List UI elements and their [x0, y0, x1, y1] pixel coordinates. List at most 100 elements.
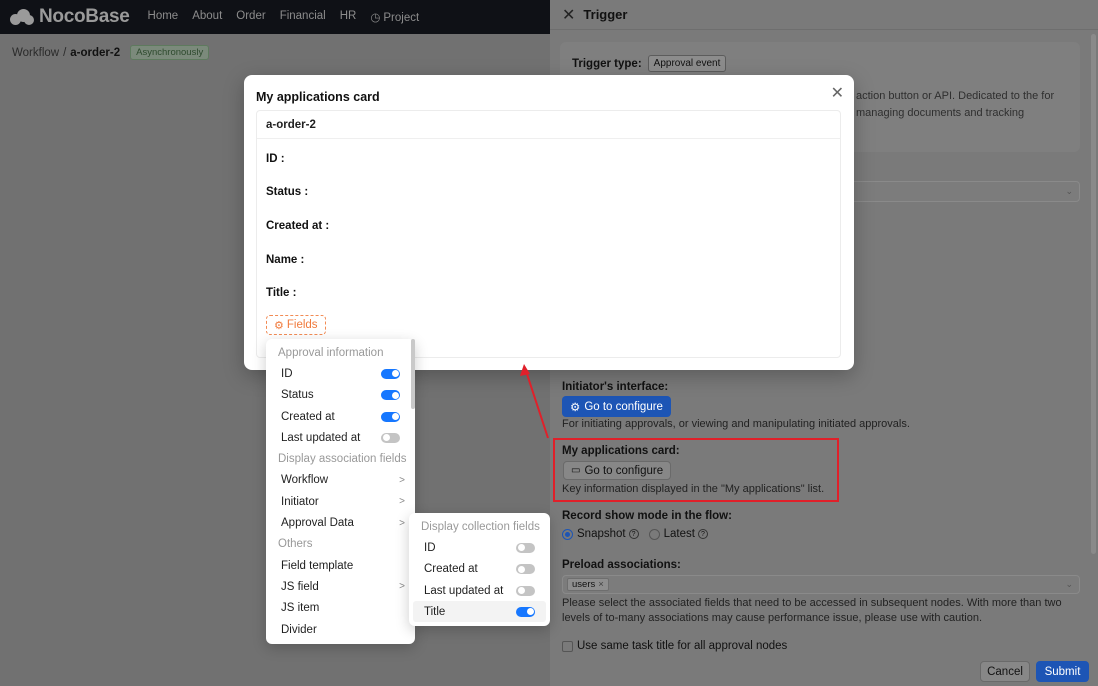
- nocobase-logo[interactable]: NocoBase: [10, 6, 130, 28]
- preload-chip-label: users: [572, 579, 596, 590]
- menu-item-label: Status: [281, 389, 314, 402]
- latest-radio[interactable]: [648, 528, 660, 540]
- menu-item-approval-data[interactable]: Approval Data >: [266, 512, 415, 533]
- chevron-right-icon: >: [399, 517, 405, 529]
- chevron-right-icon: >: [399, 496, 405, 508]
- menu-item-last-updated-at[interactable]: Last updated at: [266, 427, 415, 448]
- trigger-description: action button or API. Dedicated to the f…: [856, 90, 1055, 119]
- mode-badge: Asynchronously: [130, 45, 210, 60]
- fields-button-label: Fields: [286, 319, 318, 331]
- menu-item-label: ID: [424, 541, 436, 554]
- menu-item-label: JS item: [281, 602, 320, 615]
- menu-item-js-item[interactable]: JS item: [266, 598, 415, 619]
- trigger-type-label: Trigger type:: [572, 57, 642, 70]
- chevron-down-icon: ⌄: [1065, 186, 1073, 196]
- menu-item-label: Field template: [281, 559, 354, 572]
- initiator-configure-button[interactable]: ⚙ Go to configure: [562, 396, 671, 417]
- remove-chip-icon[interactable]: ×: [598, 579, 604, 590]
- drawer-scrollbar[interactable]: [1091, 34, 1096, 554]
- submenu-item-last-updated-at[interactable]: Last updated at: [409, 580, 550, 601]
- nav-item-project[interactable]: ◷ Project: [370, 10, 419, 24]
- close-icon[interactable]: ✕: [831, 83, 844, 103]
- menu-item-id[interactable]: ID: [266, 363, 415, 384]
- toggle-switch[interactable]: [381, 411, 400, 422]
- menu-item-label: Workflow: [281, 474, 329, 487]
- field-created-at: Created at :: [266, 220, 330, 232]
- cancel-button[interactable]: Cancel: [980, 661, 1030, 682]
- breadcrumb: Workflow / a-order-2 Asynchronously: [12, 45, 210, 60]
- menu-group-collection: Display collection fields: [421, 520, 540, 533]
- preload-chip: users ×: [567, 578, 609, 591]
- menu-item-label: JS field: [281, 580, 319, 593]
- trigger-type-tag: Approval event: [647, 55, 727, 72]
- field-status: Status :: [266, 186, 309, 198]
- snapshot-radio[interactable]: [562, 528, 573, 540]
- details-card: a-order-2 ID : Status : Created at : Nam…: [256, 110, 841, 358]
- applications-card-configure-button[interactable]: ▭ Go to configure: [563, 461, 672, 480]
- breadcrumb-workflow[interactable]: Workflow: [12, 47, 59, 59]
- menu-item-label: Last updated at: [281, 431, 361, 444]
- field-title: Title :: [266, 287, 297, 299]
- fields-dropdown: Approval information ID Status Created a…: [266, 339, 415, 644]
- collection-fields-submenu: Display collection fields ID Created at …: [409, 513, 550, 626]
- submenu-item-created-at[interactable]: Created at: [409, 559, 550, 580]
- applications-card-configure-label: Go to configure: [584, 464, 664, 477]
- menu-item-workflow[interactable]: Workflow >: [266, 470, 415, 491]
- preload-help: Please select the associated fields that…: [562, 597, 1062, 624]
- nav-item-order[interactable]: Order: [236, 10, 265, 24]
- nav-item-about[interactable]: About: [192, 10, 222, 24]
- applications-card-modal: My applications card ✕ a-order-2 ID : St…: [244, 75, 854, 370]
- toggle-switch[interactable]: [516, 606, 535, 617]
- chevron-right-icon: >: [399, 474, 405, 486]
- chevron-down-icon: ⌄: [1065, 579, 1073, 589]
- drawer-title: Trigger: [583, 7, 628, 22]
- question-icon: ?: [697, 529, 708, 539]
- menu-item-label: Created at: [281, 410, 335, 423]
- menu-item-divider[interactable]: Divider: [266, 619, 415, 640]
- same-title-row: Use same task title for all approval nod…: [562, 640, 787, 652]
- nav-item-hr[interactable]: HR: [340, 10, 357, 24]
- toggle-switch[interactable]: [381, 368, 400, 379]
- question-icon: ?: [628, 529, 639, 539]
- menu-item-label: Divider: [281, 623, 317, 636]
- record-mode-label: Record show mode in the flow:: [562, 510, 732, 522]
- fields-button[interactable]: ⚙ Fields: [266, 315, 326, 335]
- logo-icon: [10, 9, 34, 25]
- field-id: ID :: [266, 153, 285, 165]
- collection-select[interactable]: ⌄: [850, 181, 1080, 202]
- latest-label: Latest: [663, 528, 695, 540]
- menu-item-field-template[interactable]: Field template: [266, 555, 415, 576]
- main-nav: Home About Order Financial HR ◷ Project: [148, 10, 434, 24]
- menu-item-js-field[interactable]: JS field >: [266, 576, 415, 597]
- trigger-type-row: Trigger type: Approval event: [572, 55, 727, 72]
- close-icon[interactable]: ✕: [562, 5, 575, 25]
- card-title: a-order-2: [257, 111, 840, 139]
- top-navbar: NocoBase Home About Order Financial HR ◷…: [0, 0, 550, 34]
- toggle-switch[interactable]: [381, 432, 400, 443]
- initiator-interface-label: Initiator's interface:: [562, 381, 669, 393]
- logo-text: NocoBase: [39, 6, 130, 27]
- menu-item-label: Approval Data: [281, 517, 354, 530]
- toggle-switch[interactable]: [381, 390, 400, 401]
- gear-icon: ⚙: [570, 401, 581, 414]
- menu-item-status[interactable]: Status: [266, 385, 415, 406]
- toggle-switch[interactable]: [516, 542, 535, 553]
- nav-item-home[interactable]: Home: [148, 10, 179, 24]
- preload-select[interactable]: users × ⌄: [562, 575, 1080, 594]
- menu-item-label: Created at: [424, 563, 478, 576]
- drawer-header: ✕ Trigger: [550, 0, 1098, 30]
- menu-group-approval: Approval information: [278, 346, 384, 359]
- menu-item-label: Initiator: [281, 495, 319, 508]
- applications-card-help: Key information displayed in the "My app…: [562, 483, 825, 495]
- submenu-item-title[interactable]: Title: [413, 601, 546, 623]
- submenu-item-id[interactable]: ID: [409, 537, 550, 558]
- menu-item-label: ID: [281, 367, 293, 380]
- nav-item-financial[interactable]: Financial: [280, 10, 326, 24]
- toggle-switch[interactable]: [516, 564, 535, 575]
- submit-button[interactable]: Submit: [1036, 661, 1089, 682]
- same-title-checkbox[interactable]: [562, 640, 573, 652]
- toggle-switch[interactable]: [516, 585, 535, 596]
- menu-item-label: Title: [424, 605, 446, 618]
- menu-item-created-at[interactable]: Created at: [266, 406, 415, 427]
- menu-item-initiator[interactable]: Initiator >: [266, 491, 415, 512]
